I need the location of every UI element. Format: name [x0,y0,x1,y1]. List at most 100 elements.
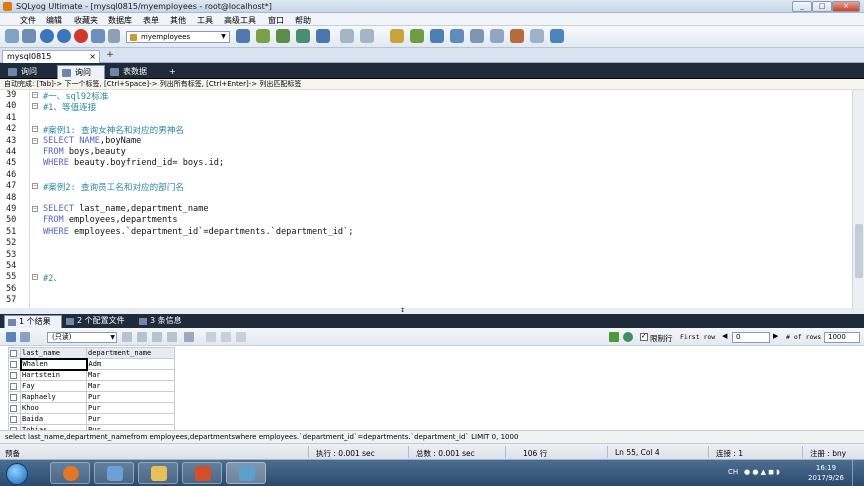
insert-row-icon[interactable] [122,332,132,342]
cell-department-name[interactable]: Mar [86,380,175,392]
show-desktop-button[interactable] [852,460,864,486]
code-line[interactable]: SELECT NAME,boyName [43,136,141,146]
menu-table[interactable]: 表单 [143,15,159,26]
checkbox[interactable] [10,360,17,368]
editor-scrollbar[interactable] [852,90,864,308]
sync-icon[interactable] [390,29,404,43]
cell-department-name[interactable]: Mar [86,369,175,381]
copy-db-icon[interactable] [410,29,424,43]
rows-input[interactable]: 1000 [824,332,860,343]
grid-mode-icon[interactable] [206,332,216,342]
tab-query-1[interactable]: 询问 [4,65,56,79]
table-row[interactable]: Whalen Adm [8,357,175,371]
column-header-department-name[interactable]: department_name [86,347,175,359]
cell-last-name[interactable]: Fay [20,380,87,392]
table-row[interactable]: Khoo Pur [8,402,175,414]
user-manager-icon[interactable] [236,29,250,43]
add-connection-button[interactable]: + [104,50,116,62]
tab-profile[interactable]: 2 个配置文件 [63,315,133,328]
menu-help[interactable]: 帮助 [295,15,311,26]
schema-designer-icon[interactable] [450,29,464,43]
checkbox[interactable] [10,371,17,379]
first-row-input[interactable]: 0 [732,332,770,343]
close-button[interactable]: × [832,1,860,12]
taskbar-browser[interactable] [50,462,90,484]
cell-department-name[interactable]: Pur [86,391,175,403]
clock[interactable]: 16:19 2017/9/26 [806,463,846,483]
limit-checkbox[interactable]: ✓ [640,332,648,341]
tab-table-data[interactable]: 表数据 [106,65,166,79]
code-line[interactable]: #案例1: 查询女神名和对应的男神名 [43,124,184,136]
import-icon[interactable] [276,29,290,43]
profiler-icon[interactable] [510,29,524,43]
row-checkbox-cell[interactable] [8,369,21,381]
new-connection-icon[interactable] [5,29,19,43]
fold-toggle-icon[interactable]: − [32,274,38,281]
taskbar-sqlyog[interactable] [226,462,266,484]
database-select[interactable]: myemployees ▼ [126,31,230,43]
table-row[interactable]: Fay Mar [8,380,175,392]
refresh-icon[interactable] [91,29,105,43]
table-icon[interactable] [340,29,354,43]
checkbox[interactable] [10,415,17,423]
cell-last-name[interactable]: Raphaely [20,391,87,403]
query-builder-icon[interactable] [430,29,444,43]
row-checkbox-cell[interactable] [8,413,21,425]
row-checkbox-cell[interactable] [8,358,21,370]
code-line[interactable]: #2、 [43,272,62,284]
code-line[interactable]: #一、sql92标准 [43,90,108,102]
taskbar-explorer[interactable] [138,462,178,484]
code-line[interactable]: WHERE employees.`department_id`=departme… [43,227,353,237]
maximize-button[interactable]: □ [812,1,832,12]
checkbox[interactable] [10,404,17,412]
code-line[interactable]: SELECT last_name,department_name [43,204,209,214]
table-row[interactable]: Baida Pur [8,413,175,425]
fold-toggle-icon[interactable]: − [32,92,38,98]
taskbar-ppt[interactable] [182,462,222,484]
row-checkbox-cell[interactable] [8,380,21,392]
minimize-button[interactable]: _ [792,1,812,12]
language-indicator[interactable]: CH [728,468,738,476]
sql-editor[interactable]: 39 40 41 42 43 44 45 46 47 48 49 50 51 52 53 54 55 56 57 #… [0,90,852,308]
menu-window[interactable]: 窗口 [268,15,284,26]
notification-icon[interactable] [470,29,484,43]
code-line[interactable]: FROM boys,beauty [43,147,126,157]
select-all-cell[interactable] [8,347,21,359]
checkbox[interactable] [10,382,17,390]
code-line[interactable]: FROM employees,departments [43,215,178,225]
menu-other[interactable]: 其他 [170,15,186,26]
text-mode-icon[interactable] [236,332,246,342]
grid-view-icon[interactable] [6,332,16,342]
refresh-icon[interactable] [623,332,633,342]
filter-icon[interactable] [609,332,619,342]
code-line[interactable]: #1、等值连接 [43,101,96,113]
result-mode-select[interactable]: (只读) ▼ [47,332,117,343]
menu-database[interactable]: 数据库 [108,15,132,26]
cell-department-name[interactable]: Pur [86,402,175,414]
menu-tools[interactable]: 工具 [197,15,213,26]
disconnect-icon[interactable] [22,29,36,43]
table-row[interactable]: Raphaely Pur [8,391,175,403]
cell-last-name[interactable]: Hartstein [20,369,87,381]
tab-messages[interactable]: 3 条信息 [136,315,186,328]
view-icon[interactable] [360,29,374,43]
close-icon[interactable]: × [89,51,96,62]
connection-tab[interactable]: mysql0815 × [2,50,100,63]
start-button[interactable] [6,463,28,485]
schema-icon[interactable] [316,29,330,43]
taskbar-player[interactable] [94,462,134,484]
scrollbar-thumb[interactable] [855,224,863,278]
cell-department-name[interactable]: Adm [86,358,175,370]
fold-toggle-icon[interactable]: − [32,103,38,110]
cancel-icon[interactable] [152,332,162,342]
fold-toggle-icon[interactable]: − [32,183,38,190]
menu-edit[interactable]: 编辑 [46,15,62,26]
cell-department-name[interactable]: Pur [86,413,175,425]
stop-icon[interactable] [74,29,88,43]
tray-icons[interactable]: ● ● ▲ ◼ ◗ [744,468,780,476]
execute-query-icon[interactable] [40,29,54,43]
menu-advanced-tools[interactable]: 高级工具 [224,15,256,26]
history-icon[interactable] [530,29,544,43]
scheduler-icon[interactable] [490,29,504,43]
row-checkbox-cell[interactable] [8,391,21,403]
